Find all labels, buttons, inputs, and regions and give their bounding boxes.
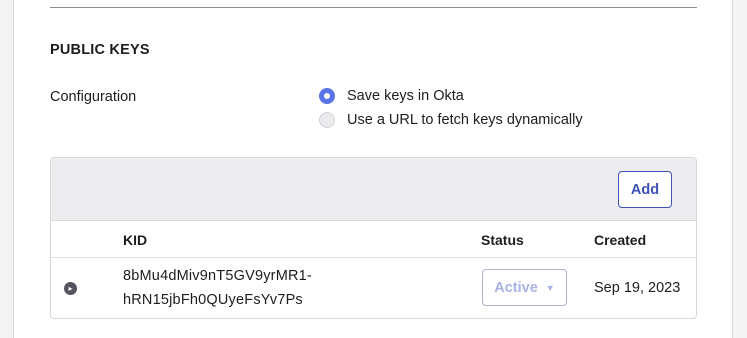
- section-divider: [50, 7, 697, 8]
- keys-table: Add KID Status Created ▸ 8bMu4dMiv9nT5GV…: [50, 157, 697, 319]
- radio-unchecked-icon[interactable]: [319, 112, 335, 128]
- table-row: ▸ 8bMu4dMiv9nT5GV9yrMR1- hRN15jbFh0QUyeF…: [51, 258, 696, 318]
- caret-down-icon: ▼: [545, 282, 555, 293]
- radio-save-keys-in-okta[interactable]: Save keys in Okta: [319, 88, 464, 104]
- radio-checked-icon[interactable]: [319, 88, 335, 104]
- column-header-status: Status: [481, 232, 524, 248]
- radio-label: Use a URL to fetch keys dynamically: [347, 112, 583, 128]
- add-key-button[interactable]: Add: [618, 171, 672, 208]
- column-header-created: Created: [594, 232, 647, 248]
- table-toolbar: Add: [51, 158, 696, 221]
- column-header-kid: KID: [123, 232, 148, 248]
- radio-label: Save keys in Okta: [347, 88, 464, 104]
- configuration-label: Configuration: [50, 89, 137, 105]
- public-keys-panel: PUBLIC KEYS Configuration Save keys in O…: [13, 0, 733, 338]
- radio-use-url[interactable]: Use a URL to fetch keys dynamically: [319, 112, 583, 128]
- status-value: Active: [494, 279, 538, 296]
- kid-line-1: 8bMu4dMiv9nT5GV9yrMR1-: [123, 268, 312, 284]
- expand-row-icon[interactable]: ▸: [64, 282, 77, 295]
- kid-line-2: hRN15jbFh0QUyeFsYv7Ps: [123, 292, 303, 308]
- status-dropdown[interactable]: Active ▼: [482, 269, 567, 306]
- section-title: PUBLIC KEYS: [50, 42, 150, 58]
- created-date: Sep 19, 2023: [594, 280, 681, 296]
- table-header-row: KID Status Created: [51, 221, 696, 258]
